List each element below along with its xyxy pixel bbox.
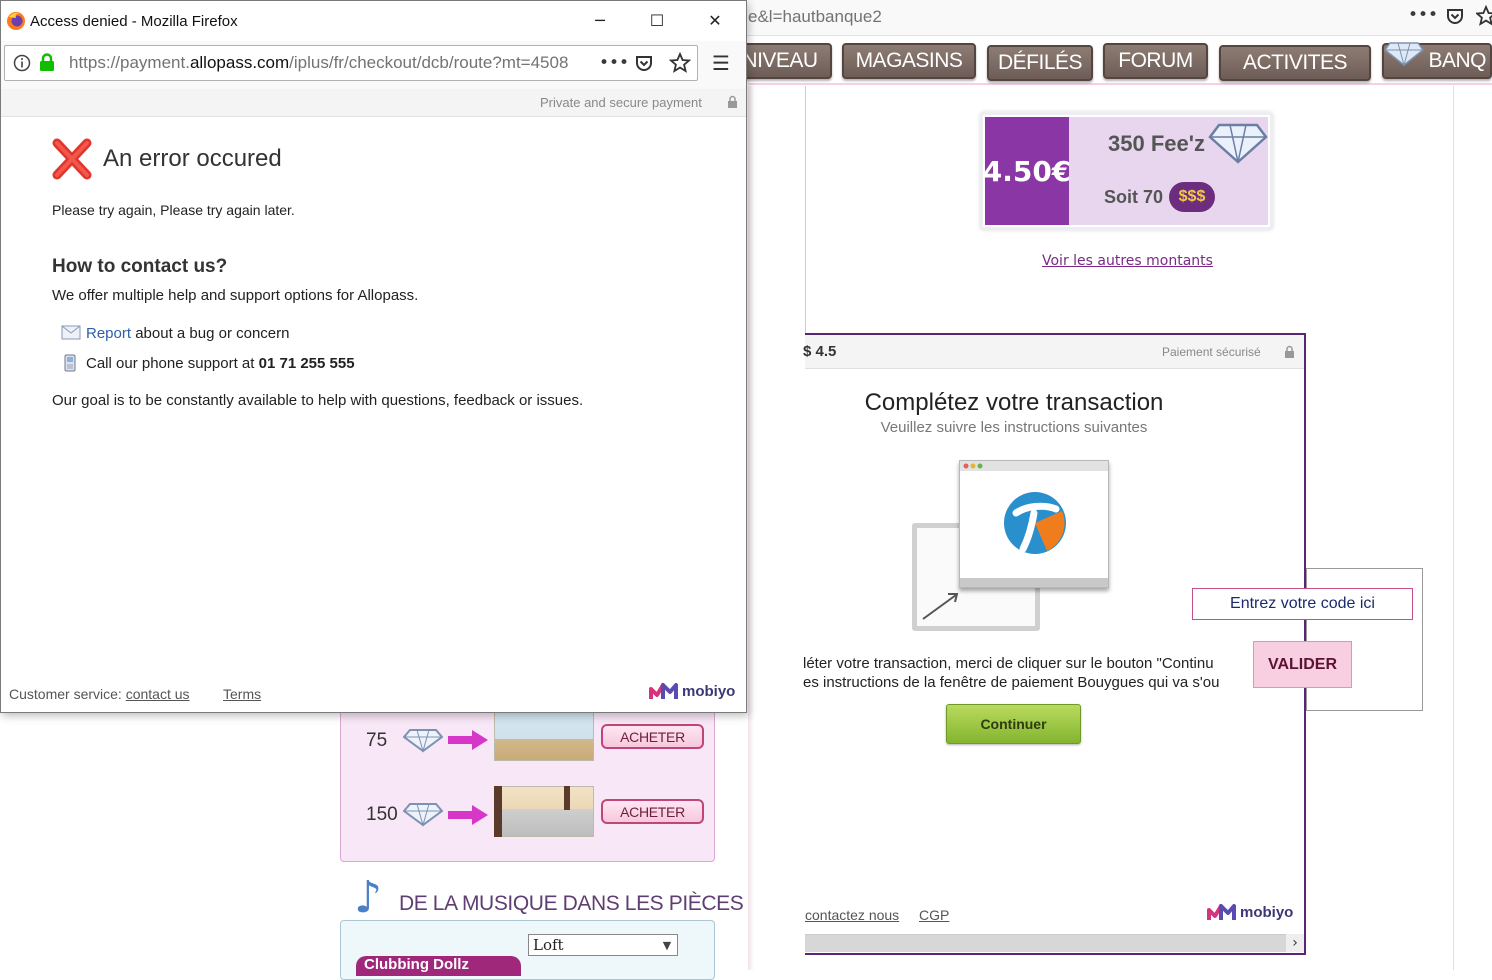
customer-service-line: Customer service: contact us — [9, 686, 190, 702]
secure-label: Private and secure payment — [540, 95, 702, 110]
firefox-icon — [7, 12, 25, 30]
menu-icon[interactable]: ☰ — [712, 51, 730, 75]
contact-us-link[interactable]: contact us — [126, 686, 190, 702]
valider-button[interactable]: VALIDER — [1253, 641, 1352, 688]
diamond-icon — [1384, 42, 1424, 66]
payment-title: Complétez votre transaction — [864, 389, 1164, 416]
dollar-badge-icon: $$$ — [1169, 182, 1215, 212]
other-amounts-link[interactable]: Voir les autres montants — [1042, 253, 1213, 269]
bouygues-logo-icon — [1004, 492, 1066, 554]
payment-amount: $ 4.5 — [803, 343, 837, 360]
content-divider — [805, 86, 806, 334]
customer-service-label: Customer service: — [9, 686, 126, 702]
scroll-right-icon[interactable]: › — [1286, 934, 1304, 952]
offer-feez-label: 350 Fee'z — [1108, 131, 1205, 156]
mobiyo-wordmark: mobiyo — [1240, 903, 1294, 921]
cgp-link[interactable]: CGP — [919, 907, 949, 923]
lock-icon — [1285, 345, 1294, 358]
payment-subtitle: Veuillez suivre les instructions suivant… — [880, 419, 1148, 436]
phone-number[interactable]: 01 71 255 555 — [259, 355, 355, 372]
url-domain: allopass.com — [189, 53, 290, 72]
pocket-icon[interactable] — [1445, 6, 1465, 26]
room-detail — [564, 786, 570, 810]
room-thumbnail[interactable] — [494, 786, 594, 837]
menu-forum[interactable]: FORUM — [1103, 43, 1208, 79]
error-message: Please try again, Please try again later… — [52, 202, 295, 218]
diamond-icon — [1208, 123, 1268, 164]
mobiyo-mark-icon — [1207, 904, 1236, 920]
lock-icon[interactable] — [39, 53, 55, 72]
shop-quantity: 75 — [366, 730, 388, 751]
menu-activites[interactable]: ACTIVITES — [1219, 45, 1371, 81]
mobiyo-mark-icon — [649, 683, 678, 699]
contact-heading: How to contact us? — [52, 256, 228, 277]
page-actions-icon[interactable]: ••• — [599, 53, 629, 73]
mobiyo-logo: mobiyo — [1207, 902, 1293, 922]
payment-secure-label: Paiement sécurisé — [1162, 345, 1261, 359]
envelope-icon — [61, 325, 81, 340]
close-icon[interactable]: ✕ — [692, 5, 738, 35]
shop-quantity: 150 — [366, 804, 398, 825]
room-select[interactable]: Loft — [528, 934, 678, 956]
music-section-title: DE LA MUSIQUE DANS LES PIÈCES — [399, 892, 744, 915]
acheter-button[interactable]: ACHETER — [601, 724, 704, 749]
background-url-text[interactable]: e&l=hautbanque2 — [748, 7, 882, 27]
phone-prefix: Call our phone support at — [86, 355, 259, 372]
mobiyo-logo: mobiyo — [649, 681, 735, 701]
report-text: about a bug or concern — [131, 325, 290, 342]
chevron-down-icon[interactable]: ▼ — [658, 934, 676, 956]
report-link[interactable]: Report — [86, 325, 131, 342]
star-icon[interactable] — [669, 52, 691, 74]
contact-description: We offer multiple help and support optio… — [52, 287, 419, 304]
phone-icon — [64, 354, 76, 372]
menu-defiles[interactable]: DÉFILÉS — [987, 45, 1093, 81]
popup-window-title: Access denied - Mozilla Firefox — [30, 13, 238, 30]
address-url[interactable]: https://payment.allopass.com/iplus/fr/ch… — [69, 53, 589, 73]
error-title: An error occured — [103, 145, 282, 172]
contact-link[interactable]: contactez nous — [805, 907, 899, 923]
arrow-icon — [922, 593, 959, 620]
illustration-footer — [960, 578, 1108, 587]
url-path: /iplus/fr/checkout/dcb/route?mt=4508 — [289, 53, 569, 72]
window-dots-icon — [963, 463, 983, 469]
maximize-icon[interactable]: ☐ — [634, 5, 680, 35]
goal-text: Our goal is to be constantly available t… — [52, 392, 584, 409]
code-input[interactable]: Entrez votre code ici — [1192, 588, 1413, 620]
info-icon[interactable] — [13, 54, 31, 72]
menu-magasins[interactable]: MAGASINS — [842, 43, 976, 79]
payment-instruction-line: léter votre transaction, merci de clique… — [803, 655, 1214, 672]
horizontal-scrollbar[interactable] — [805, 934, 1304, 952]
clubbing-dollz-tab[interactable]: Clubbing Dollz — [356, 956, 521, 976]
error-icon — [52, 138, 92, 180]
continue-button[interactable]: Continuer — [946, 704, 1081, 744]
offer-price: 4.50€ — [983, 117, 1071, 225]
diamond-icon — [403, 803, 443, 827]
offer-soit-label: Soit 70 — [1104, 187, 1164, 207]
music-note-icon: ♪ — [354, 872, 383, 923]
pocket-icon[interactable] — [634, 53, 654, 73]
diamond-icon — [403, 729, 443, 753]
page-actions-icon[interactable]: ••• — [1408, 5, 1438, 25]
arrow-right-icon — [448, 805, 488, 825]
phone-line: Call our phone support at 01 71 255 555 — [86, 355, 355, 372]
minimize-icon[interactable]: ─ — [577, 5, 623, 35]
arrow-right-icon — [448, 730, 488, 750]
payment-instruction-line: es instructions de la fenêtre de paiemen… — [803, 674, 1220, 691]
lock-icon — [728, 95, 737, 108]
room-detail — [494, 786, 502, 837]
url-prefix: https://payment. — [69, 53, 190, 72]
acheter-button[interactable]: ACHETER — [601, 799, 704, 824]
terms-link[interactable]: Terms — [223, 686, 261, 702]
report-line: Report about a bug or concern — [86, 325, 289, 342]
star-icon[interactable] — [1476, 5, 1492, 27]
mobiyo-wordmark: mobiyo — [682, 682, 736, 700]
room-thumbnail[interactable] — [494, 706, 594, 761]
